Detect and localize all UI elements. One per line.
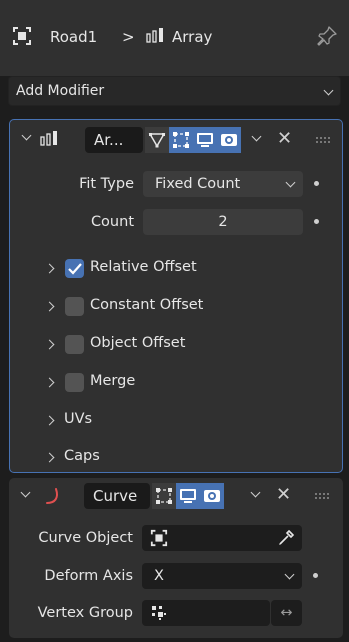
keyframe-dot-icon[interactable] (314, 219, 319, 224)
deform-axis-label: Deform Axis (44, 568, 133, 584)
subpanel-constant-offset[interactable]: Constant Offset (10, 293, 342, 321)
expand-chevron-icon (44, 452, 55, 463)
pin-icon[interactable] (316, 25, 338, 51)
dropdown-chevron-icon[interactable] (251, 131, 262, 142)
curve-modifier-panel: Curve ✕ Curve Object Deform Axis X Verte… (9, 478, 343, 638)
drag-handle-icon[interactable] (315, 136, 331, 143)
array-modifier-panel: Ar... ✕ Fit Type Fixed Count Count 2 Rel… (9, 119, 343, 473)
fit-type-label: Fit Type (79, 176, 134, 192)
invert-vertex-group-button[interactable]: ↔ (271, 600, 302, 626)
array-modifier-icon (40, 130, 60, 152)
subpanel-label: Merge (90, 373, 136, 389)
eyedropper-icon[interactable] (277, 529, 295, 556)
array-modifier-icon (146, 27, 166, 49)
modifier-toggles (152, 483, 224, 509)
subpanel-relative-offset[interactable]: Relative Offset (10, 255, 342, 283)
relative-offset-checkbox[interactable] (65, 259, 84, 278)
drag-handle-icon[interactable] (314, 492, 330, 499)
fit-type-value: Fixed Count (155, 176, 241, 192)
camera-icon (221, 134, 237, 146)
expand-chevron-icon (44, 377, 55, 388)
subpanel-caps[interactable]: Caps (10, 444, 342, 472)
keyframe-dot-icon[interactable] (314, 181, 319, 186)
vertex-group-label: Vertex Group (37, 605, 133, 621)
triangle-vertices-icon (148, 133, 166, 148)
fit-type-dropdown[interactable]: Fixed Count (143, 171, 303, 197)
chevron-down-icon (323, 85, 334, 96)
add-modifier-dropdown[interactable]: Add Modifier (8, 76, 341, 106)
count-value: 2 (218, 214, 228, 230)
render-toggle[interactable] (200, 483, 224, 509)
render-toggle[interactable] (217, 127, 241, 153)
collapse-chevron-icon[interactable] (20, 487, 31, 498)
swap-arrows-icon: ↔ (280, 605, 293, 621)
subpanel-label: Constant Offset (90, 297, 204, 313)
vertex-group-icon (150, 604, 168, 631)
monitor-icon (180, 489, 196, 503)
breadcrumb-modifier[interactable]: Array (172, 28, 212, 46)
object-offset-checkbox[interactable] (65, 335, 84, 354)
edit-mode-toggle[interactable] (152, 483, 176, 509)
chevron-down-icon (285, 177, 296, 188)
expand-chevron-icon (44, 415, 55, 426)
subpanel-merge[interactable]: Merge (10, 369, 342, 397)
keyframe-dot-icon[interactable] (313, 573, 318, 578)
edit-mode-icon (173, 132, 189, 148)
object-icon (150, 529, 168, 556)
merge-checkbox[interactable] (65, 373, 84, 392)
subpanel-label: Relative Offset (90, 259, 197, 275)
subpanel-label: UVs (64, 411, 93, 427)
breadcrumb-object[interactable]: Road1 (50, 28, 97, 46)
checkmark-icon (68, 263, 82, 275)
deform-axis-dropdown[interactable]: X (142, 563, 302, 589)
expand-chevron-icon (44, 301, 55, 312)
viewport-toggle[interactable] (193, 127, 217, 153)
properties-header: Road1 > Array (0, 0, 349, 76)
count-label: Count (90, 214, 134, 230)
expand-chevron-icon (44, 263, 55, 274)
vertex-group-field[interactable] (142, 600, 270, 626)
curve-modifier-icon (45, 486, 63, 510)
edit-mode-toggle[interactable] (169, 127, 193, 153)
close-icon[interactable]: ✕ (276, 484, 291, 505)
add-modifier-label: Add Modifier (16, 83, 105, 99)
subpanel-uvs[interactable]: UVs (10, 407, 342, 435)
object-icon (12, 26, 32, 50)
breadcrumb-separator: > (122, 28, 135, 46)
count-field[interactable]: 2 (143, 209, 303, 235)
expand-chevron-icon (44, 339, 55, 350)
on-cage-toggle[interactable] (145, 127, 169, 153)
dropdown-chevron-icon[interactable] (250, 487, 261, 498)
modifier-name-field[interactable]: Curve (84, 483, 150, 509)
subpanel-object-offset[interactable]: Object Offset (10, 331, 342, 359)
modifier-name-field[interactable]: Ar... (85, 127, 143, 153)
viewport-toggle[interactable] (176, 483, 200, 509)
modifier-toggles (145, 127, 241, 153)
camera-icon (204, 490, 220, 502)
deform-axis-value: X (154, 568, 164, 584)
monitor-icon (197, 133, 213, 147)
constant-offset-checkbox[interactable] (65, 297, 84, 316)
curve-object-field[interactable] (142, 525, 302, 551)
subpanel-label: Object Offset (90, 335, 186, 351)
subpanel-label: Caps (64, 448, 100, 464)
curve-object-label: Curve Object (38, 530, 133, 546)
close-icon[interactable]: ✕ (277, 128, 292, 149)
edit-mode-icon (156, 488, 172, 504)
collapse-chevron-icon[interactable] (21, 130, 32, 141)
chevron-down-icon (284, 569, 295, 580)
